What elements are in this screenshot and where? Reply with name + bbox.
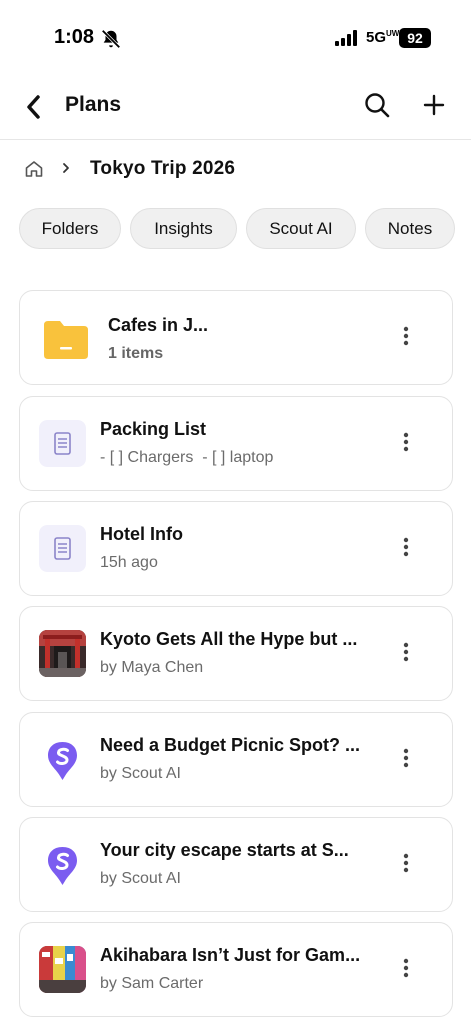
more-vertical-icon[interactable]	[396, 532, 416, 562]
item-subtitle: by Scout AI	[100, 870, 181, 887]
more-vertical-icon[interactable]	[396, 427, 416, 457]
note-icon	[39, 525, 86, 572]
tab-insights[interactable]: Insights	[130, 208, 237, 249]
more-vertical-icon[interactable]	[396, 743, 416, 773]
tab-folders[interactable]: Folders	[19, 208, 121, 249]
item-subtitle: by Sam Carter	[100, 975, 204, 992]
page-title: Plans	[65, 93, 122, 116]
add-icon[interactable]	[421, 91, 447, 119]
home-icon[interactable]	[24, 159, 44, 179]
list-item[interactable]: Need a Budget Picnic Spot? ... by Scout …	[19, 712, 453, 807]
list-item[interactable]: Cafes in J... 1 items	[19, 290, 453, 385]
list-item[interactable]: Kyoto Gets All the Hype but ... by Maya …	[19, 606, 453, 701]
scout-ai-icon	[48, 847, 77, 885]
item-title: Packing List	[100, 419, 207, 439]
item-title: Your city escape starts at S...	[100, 840, 349, 860]
back-button[interactable]	[20, 92, 48, 122]
chevron-right-icon	[63, 163, 69, 173]
more-vertical-icon[interactable]	[396, 637, 416, 667]
tab-notes[interactable]: Notes	[365, 208, 455, 249]
more-vertical-icon[interactable]	[396, 848, 416, 878]
search-icon[interactable]	[363, 91, 391, 119]
more-vertical-icon[interactable]	[396, 321, 416, 351]
breadcrumb: Tokyo Trip 2026	[0, 150, 471, 190]
item-title: Kyoto Gets All the Hype but ...	[100, 629, 358, 649]
signal-icon	[335, 30, 357, 46]
network-label: 5GUW	[366, 29, 400, 46]
list-item[interactable]: Your city escape starts at S... by Scout…	[19, 817, 453, 912]
item-subtitle: by Maya Chen	[100, 659, 204, 676]
status-time: 1:08	[54, 26, 95, 48]
item-title: Hotel Info	[100, 524, 183, 544]
filter-tabs: Folders Insights Scout AI Notes	[0, 208, 471, 250]
folder-icon	[44, 321, 88, 359]
note-icon	[39, 420, 86, 467]
item-subtitle: 15h ago	[100, 554, 158, 571]
item-subtitle: 1 items	[108, 345, 164, 362]
tab-scout-ai[interactable]: Scout AI	[246, 208, 356, 249]
status-bar: 1:08 5GUW 92	[0, 0, 471, 78]
more-vertical-icon[interactable]	[396, 953, 416, 983]
app-header: Plans	[0, 78, 471, 140]
item-subtitle: - [ ] Chargers - [ ] laptop	[100, 449, 274, 466]
photo-thumbnail	[39, 946, 86, 993]
list-item[interactable]: Packing List - [ ] Chargers - [ ] laptop	[19, 396, 453, 491]
item-title: Need a Budget Picnic Spot? ...	[100, 735, 361, 755]
breadcrumb-current: Tokyo Trip 2026	[90, 158, 236, 179]
bell-muted-icon	[101, 29, 121, 49]
item-title: Akihabara Isn’t Just for Gam...	[100, 945, 361, 965]
scout-ai-icon	[48, 742, 77, 780]
item-subtitle: by Scout AI	[100, 765, 181, 782]
item-title: Cafes in J...	[108, 315, 209, 335]
photo-thumbnail	[39, 630, 86, 677]
list-item[interactable]: Hotel Info 15h ago	[19, 501, 453, 596]
battery-indicator: 92	[399, 28, 431, 48]
list-item[interactable]: Akihabara Isn’t Just for Gam... by Sam C…	[19, 922, 453, 1017]
